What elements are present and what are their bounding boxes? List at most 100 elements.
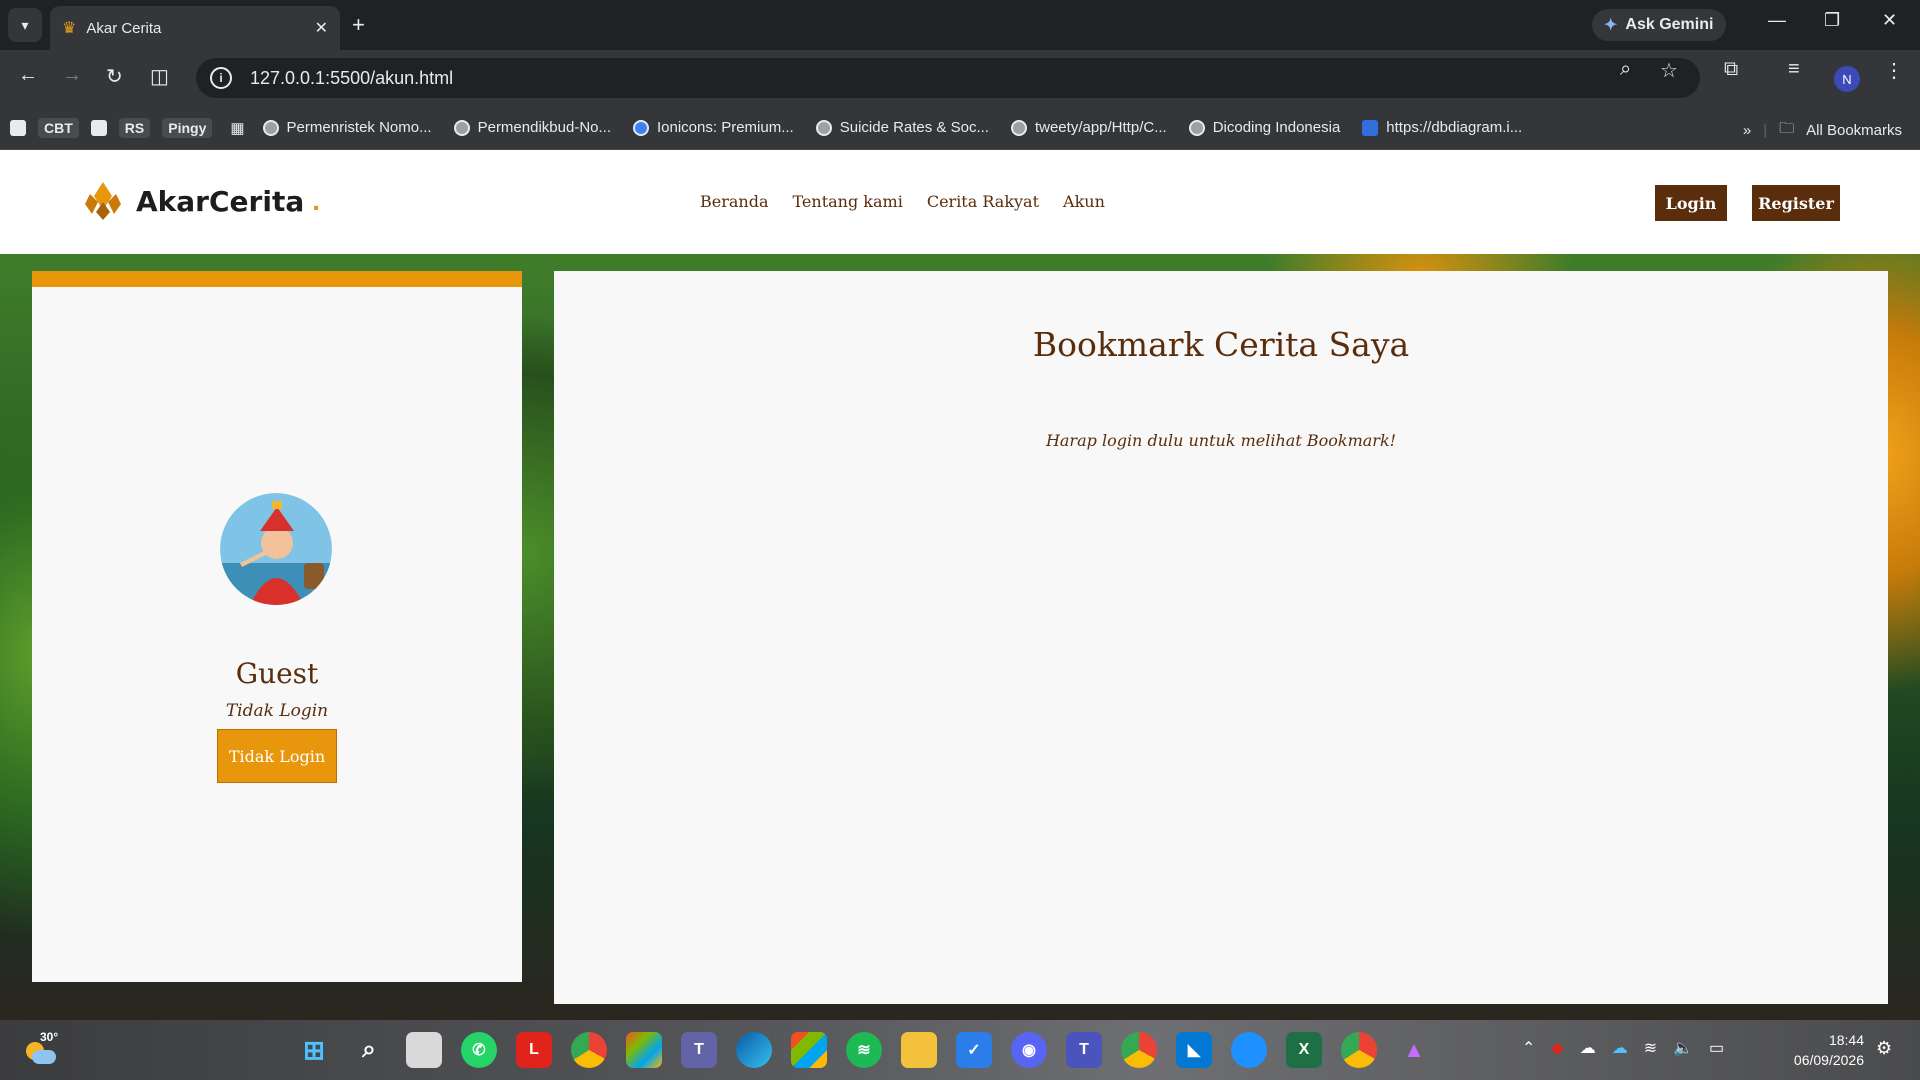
close-tab-icon[interactable]: ✕ xyxy=(315,18,328,38)
search-icon[interactable]: ⌕ xyxy=(351,1032,387,1068)
new-tab-button[interactable]: + xyxy=(352,12,365,38)
bookmark-item[interactable]: tweety/app/Http/C... xyxy=(1010,119,1167,136)
spotify-icon[interactable]: ≋ xyxy=(846,1032,882,1068)
whatsapp-icon[interactable]: ✆ xyxy=(461,1032,497,1068)
bookmark-title: Bookmark Cerita Saya xyxy=(1032,325,1410,364)
battery-icon[interactable]: ▭ xyxy=(1709,1038,1724,1058)
bookmark-label: https://dbdiagram.i... xyxy=(1386,119,1523,136)
bookmark-item[interactable]: Permendikbud-No... xyxy=(453,119,611,136)
show-hidden-icons-icon[interactable]: ⌃ xyxy=(1522,1038,1535,1058)
system-tray: ⌃ ◆ ☁ ☁ ≋ 🔈 ▭ xyxy=(1522,1038,1724,1058)
login-button[interactable]: Login xyxy=(1655,185,1727,221)
chrome-profile-icon[interactable] xyxy=(1121,1032,1157,1068)
extensions-icon[interactable]: ⧉ xyxy=(1724,58,1738,81)
temperature: 30° xyxy=(40,1030,59,1044)
clock-time: 18:44 xyxy=(1828,1032,1864,1048)
more-bookmarks-icon[interactable]: » xyxy=(1743,122,1751,139)
file-explorer-icon[interactable] xyxy=(901,1032,937,1068)
windows-taskbar: 30° ⊞ ⌕ ✆ L T ≋ ✓ ◉ T ◣ X ▲ ⌃ ◆ ☁ ☁ ≋ 🔈 … xyxy=(0,1020,1920,1080)
task-view-icon[interactable] xyxy=(406,1032,442,1068)
bookmark-cbt[interactable]: CBT xyxy=(38,117,79,138)
vscode-icon[interactable]: ◣ xyxy=(1176,1032,1212,1068)
bookmark-item[interactable]: Ionicons: Premium... xyxy=(633,119,794,136)
menu-kebab-icon[interactable]: ⋮ xyxy=(1884,58,1904,83)
media-controls-icon[interactable]: ≡ xyxy=(1788,58,1800,81)
app-drop-icon[interactable] xyxy=(1231,1032,1267,1068)
brand-dot: . xyxy=(312,185,320,216)
copilot-icon[interactable] xyxy=(626,1032,662,1068)
discord-icon[interactable]: ◉ xyxy=(1011,1032,1047,1068)
edge-icon[interactable] xyxy=(736,1032,772,1068)
bookmark-item[interactable]: Suicide Rates & Soc... xyxy=(815,119,989,136)
back-button[interactable]: ← xyxy=(18,64,38,87)
bookmark-empty-message: Harap login dulu untuk melihat Bookmark! xyxy=(1045,431,1397,450)
login-status-button[interactable]: Tidak Login xyxy=(217,729,337,783)
register-button[interactable]: Register xyxy=(1752,185,1840,221)
site-info-icon[interactable]: i xyxy=(210,67,232,89)
bookmark-item[interactable]: https://dbdiagram.i... xyxy=(1362,119,1522,136)
bookmark-star-icon[interactable]: ☆ xyxy=(1660,58,1678,83)
nav-cerita-rakyat[interactable]: Cerita Rakyat xyxy=(927,192,1039,211)
arc-app-icon[interactable]: ▲ xyxy=(1396,1032,1432,1068)
wifi-icon[interactable]: ≋ xyxy=(1644,1038,1657,1058)
apps-grid-icon[interactable]: ▦ xyxy=(230,119,244,137)
browser-tab-active[interactable]: ♛ Akar Cerita ✕ xyxy=(50,6,340,50)
globe-icon xyxy=(262,119,279,136)
chrome-icon[interactable] xyxy=(571,1032,607,1068)
gemini-sparkle-icon: ✦ xyxy=(1604,17,1618,34)
cloud-sync-icon[interactable]: ☁ xyxy=(1580,1038,1596,1058)
site-logo[interactable]: AkarCerita . xyxy=(82,180,320,222)
weather-widget[interactable]: 30° xyxy=(20,1030,59,1068)
bookmark-label: Pingy xyxy=(162,117,213,138)
profile-card: Guest Tidak Login Tidak Login xyxy=(32,271,522,982)
taskbar-apps: ⊞ ⌕ ✆ L T ≋ ✓ ◉ T ◣ X ▲ xyxy=(296,1032,1432,1068)
volume-icon[interactable]: 🔈 xyxy=(1673,1038,1693,1058)
ask-gemini-button[interactable]: ✦ Ask Gemini xyxy=(1592,9,1726,41)
nav-akun[interactable]: Akun xyxy=(1063,192,1105,211)
lark-l-icon[interactable]: L xyxy=(516,1032,552,1068)
site-favicon-icon: ♛ xyxy=(62,20,77,37)
bookmark-label: CBT xyxy=(38,117,79,138)
nav-tentang-kami[interactable]: Tentang kami xyxy=(793,192,903,211)
teams-icon[interactable]: T xyxy=(681,1032,717,1068)
bookmark-item[interactable]: Permenristek Nomo... xyxy=(262,119,432,136)
bookmark-blank-1[interactable] xyxy=(10,119,26,136)
clock-date: 06/09/2026 xyxy=(1793,1052,1864,1068)
bookmark-rs[interactable]: RS xyxy=(118,117,151,138)
antivirus-icon[interactable]: ◆ xyxy=(1551,1038,1563,1058)
bookmark-label: Permenristek Nomo... xyxy=(286,119,432,136)
teams-classic-icon[interactable]: T xyxy=(1066,1032,1102,1068)
zoom-icon[interactable]: ⌕ xyxy=(1620,58,1631,81)
nav-beranda[interactable]: Beranda xyxy=(700,192,769,211)
onedrive-icon[interactable]: ☁ xyxy=(1612,1038,1628,1058)
globe-icon xyxy=(815,119,832,136)
browser-tabstrip: ▾ ♛ Akar Cerita ✕ + ✦ Ask Gemini — ❐ ✕ xyxy=(0,0,1920,50)
todo-icon[interactable]: ✓ xyxy=(956,1032,992,1068)
reload-button[interactable]: ↻ xyxy=(106,64,123,89)
bookmark-label: Suicide Rates & Soc... xyxy=(839,119,989,136)
bookmark-pingy[interactable]: Pingy xyxy=(162,117,213,138)
restore-window-button[interactable]: ❐ xyxy=(1824,10,1840,31)
ionicons-icon xyxy=(633,119,649,136)
microsoft-store-icon[interactable] xyxy=(791,1032,827,1068)
tab-search-button[interactable]: ▾ xyxy=(8,8,42,42)
forward-button[interactable]: → xyxy=(62,64,82,87)
divider: | xyxy=(1763,122,1768,139)
notifications-icon[interactable]: ⚙ xyxy=(1876,1038,1892,1059)
minimize-window-button[interactable]: — xyxy=(1768,10,1786,31)
excel-icon[interactable]: X xyxy=(1286,1032,1322,1068)
split-view-icon[interactable]: ◫ xyxy=(150,64,169,89)
chrome-canary-icon[interactable] xyxy=(1341,1032,1377,1068)
bookmark-blank-2[interactable] xyxy=(90,119,107,136)
close-window-button[interactable]: ✕ xyxy=(1882,10,1897,31)
system-clock[interactable]: 18:44 06/09/2026 xyxy=(1784,1030,1864,1070)
all-bookmarks-button[interactable]: All Bookmarks xyxy=(1806,122,1902,139)
start-windows-icon[interactable]: ⊞ xyxy=(296,1032,332,1068)
bookmark-panel: Bookmark Cerita Saya Harap login dulu un… xyxy=(554,271,1888,1004)
blank-page-icon xyxy=(10,119,26,136)
address-bar[interactable]: i 127.0.0.1:5500/akun.html xyxy=(196,58,1700,98)
bookmark-item[interactable]: Dicoding Indonesia xyxy=(1188,119,1340,136)
profile-avatar[interactable]: N xyxy=(1834,66,1860,92)
bookmark-label: Permendikbud-No... xyxy=(477,119,611,136)
globe-icon xyxy=(1010,119,1027,136)
